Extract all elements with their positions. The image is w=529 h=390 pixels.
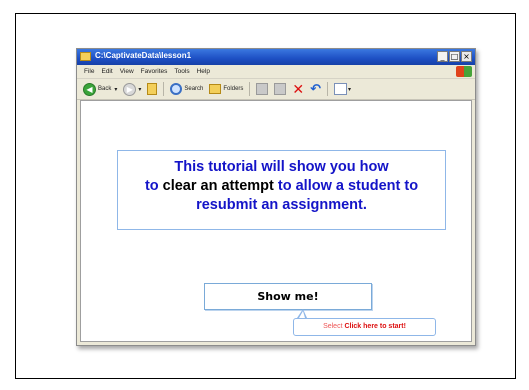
move-to-button[interactable] [256, 83, 269, 95]
forward-icon: ▶ [123, 82, 137, 96]
copy-to-button[interactable] [274, 83, 287, 95]
window-controls: _ □ × [437, 51, 472, 62]
chevron-down-icon: ▾ [348, 86, 352, 93]
views-icon [334, 83, 348, 95]
chevron-down-icon: ▾ [114, 86, 118, 93]
tutorial-caption: This tutorial will show you how to clear… [117, 150, 446, 230]
toolbar-separator [327, 82, 329, 96]
caption-line-2-start: to [144, 178, 159, 194]
views-button[interactable]: ▾ [334, 83, 351, 95]
copy-to-icon [274, 83, 287, 95]
menu-file[interactable]: File [84, 68, 94, 75]
caption-line-3: resubmit an assignment. [196, 197, 367, 213]
title-bar[interactable]: C:\CaptivateData\lesson1 _ □ × [77, 49, 475, 65]
folder-icon [80, 52, 91, 61]
up-icon [147, 83, 158, 95]
delete-icon: ✕ [292, 81, 305, 97]
tooltip-prefix: Select [323, 323, 345, 330]
close-button[interactable]: × [461, 51, 472, 62]
window-title: C:\CaptivateData\lesson1 [95, 51, 192, 60]
folders-icon [209, 84, 222, 94]
minimize-button[interactable]: _ [437, 51, 448, 62]
search-icon [170, 83, 183, 95]
toolbar-separator [249, 82, 251, 96]
back-button[interactable]: ◀ Back ▾ [83, 82, 118, 96]
menu-view[interactable]: View [120, 68, 134, 75]
caption-line-2: to clear an attempt to allow a student t… [118, 177, 445, 196]
undo-button[interactable]: ↶ [310, 81, 322, 96]
back-icon: ◀ [83, 82, 96, 96]
toolbar-separator [163, 82, 165, 96]
tooltip-cta: Click here to start! [344, 323, 406, 330]
maximize-button[interactable]: □ [449, 51, 460, 62]
toolbar: ◀ Back ▾ ▶ ▾ Search Folders ✕ ↶ ▾ [77, 79, 475, 100]
caption-highlight: clear an attempt [158, 178, 278, 194]
tooltip-pointer-inner [299, 311, 305, 318]
menu-help[interactable]: Help [197, 68, 210, 75]
menu-edit[interactable]: Edit [101, 68, 112, 75]
folders-label: Folders [223, 86, 244, 92]
menu-bar: File Edit View Favorites Tools Help [77, 65, 475, 79]
delete-button[interactable]: ✕ [292, 81, 305, 97]
caption-line-2-end: to allow a student to [277, 178, 419, 194]
search-label: Search [184, 86, 204, 92]
forward-button[interactable]: ▶ ▾ [123, 82, 142, 96]
start-tooltip: Select Click here to start! [293, 318, 436, 336]
show-me-button[interactable]: Show me! [204, 283, 372, 310]
windows-logo-icon [456, 66, 472, 77]
menu-favorites[interactable]: Favorites [141, 68, 168, 75]
menu-tools[interactable]: Tools [174, 68, 189, 75]
back-label: Back [98, 86, 112, 92]
search-button[interactable]: Search [170, 83, 203, 95]
move-to-icon [256, 83, 269, 95]
folders-button[interactable]: Folders [209, 84, 243, 94]
chevron-down-icon: ▾ [138, 86, 142, 93]
undo-icon: ↶ [310, 81, 322, 96]
caption-line-1: This tutorial will show you how [174, 159, 389, 175]
up-button[interactable] [147, 83, 158, 95]
